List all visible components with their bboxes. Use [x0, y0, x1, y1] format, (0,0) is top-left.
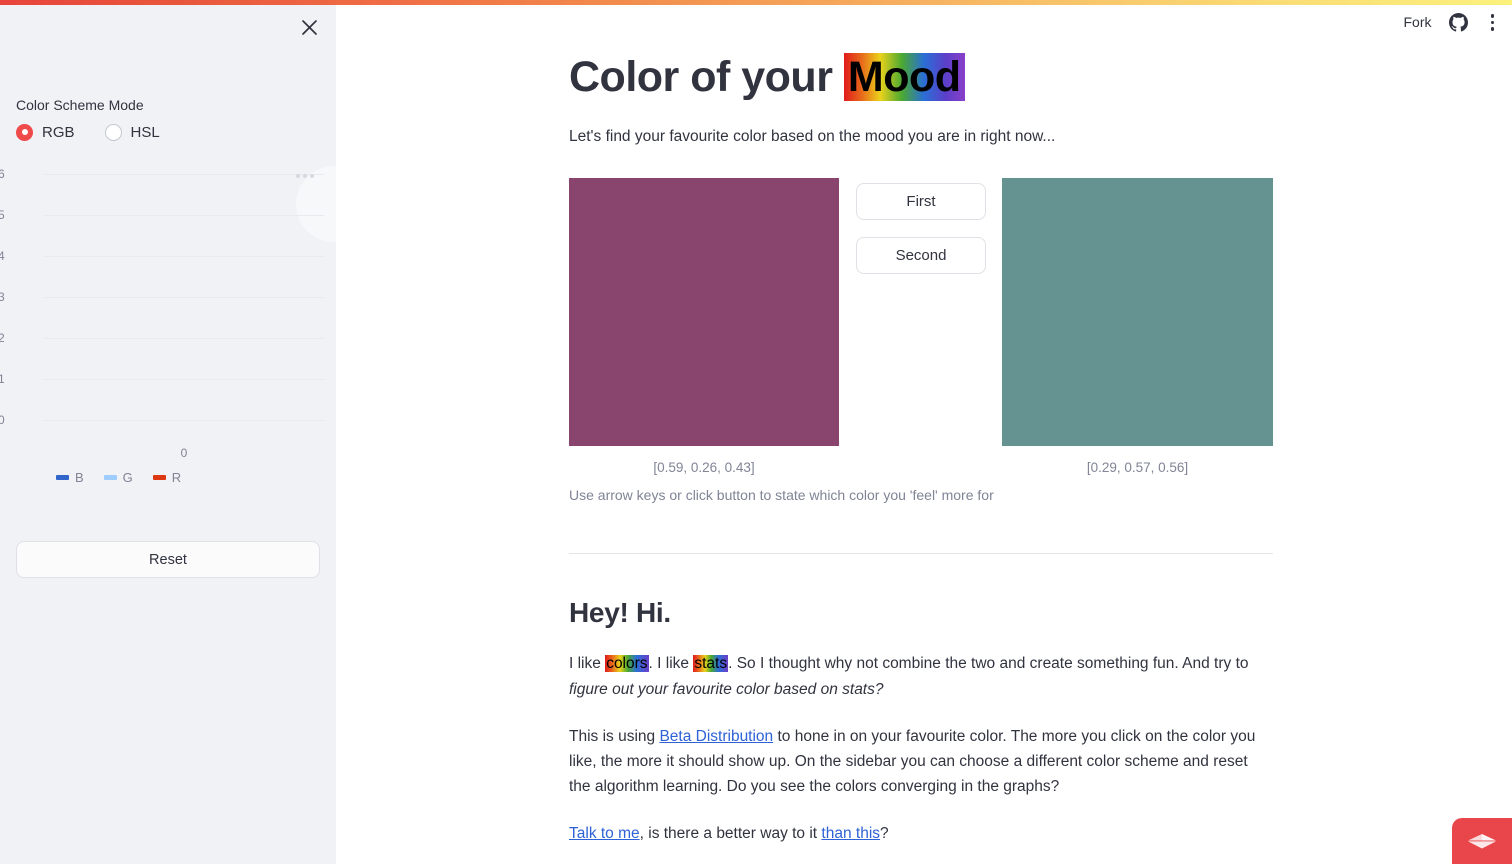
- top-gradient-bar: [0, 0, 1512, 5]
- choice-button-group: First Second: [856, 183, 986, 275]
- reset-button[interactable]: Reset: [16, 541, 320, 578]
- legend-swatch-r: [152, 475, 166, 480]
- para1-emphasis: figure out your favourite color based on…: [569, 680, 884, 698]
- main-content: Fork Color of your Mood Let's find your …: [336, 0, 1512, 864]
- radio-option-hsl[interactable]: HSL: [104, 123, 160, 141]
- y-axis-tick: 0.4: [0, 249, 5, 263]
- fork-link[interactable]: Fork: [1404, 14, 1432, 30]
- gridline: [44, 215, 324, 216]
- radio-label-rgb: RGB: [42, 123, 75, 141]
- chart-plot-area: 0.6 0.5 0.4 0.3 0.2 0.1 0.0 0: [0, 167, 324, 460]
- page-subtitle: Let's find your favourite color based on…: [569, 128, 1056, 146]
- gridline: [44, 379, 324, 380]
- x-axis-tick: 0: [180, 446, 188, 460]
- intro-paragraph: I like colors. I like stats. So I though…: [569, 651, 1273, 701]
- color-comparison-row: First Second [0.59, 0.26, 0.43] [0.29, 0…: [569, 178, 1273, 485]
- gridline: [44, 338, 324, 339]
- radio-option-rgb[interactable]: RGB: [16, 123, 75, 141]
- close-icon[interactable]: [296, 14, 322, 40]
- legend-item-b[interactable]: B: [56, 470, 84, 485]
- second-button[interactable]: Second: [856, 237, 986, 275]
- y-axis-tick: 0.0: [0, 413, 5, 427]
- than-this-link[interactable]: than this: [821, 825, 880, 842]
- y-axis-tick: 0.5: [0, 208, 5, 222]
- page-title-highlight: Mood: [843, 53, 965, 101]
- para2-text-1: This is using: [569, 727, 660, 745]
- radio-mark-hsl[interactable]: [104, 123, 122, 141]
- chart-legend: B G R: [56, 470, 181, 485]
- page-body: Color of your Mood Let's find your favou…: [569, 0, 1273, 846]
- header-toolbar: Fork: [1404, 10, 1501, 35]
- github-icon[interactable]: [1448, 12, 1468, 32]
- talk-to-me-link[interactable]: Talk to me: [569, 825, 640, 842]
- color-swatch-first-caption: [0.59, 0.26, 0.43]: [653, 460, 755, 476]
- contact-paragraph: Talk to me, is there a better way to it …: [569, 821, 1273, 846]
- para1-text-1: I like: [569, 655, 606, 673]
- legend-item-r[interactable]: R: [152, 470, 182, 485]
- color-swatch-second-caption: [0.29, 0.57, 0.56]: [1086, 460, 1189, 476]
- color-scheme-mode-label: Color Scheme Mode: [16, 97, 144, 113]
- legend-swatch-b: [56, 475, 69, 480]
- legend-item-g[interactable]: G: [103, 470, 133, 485]
- section-divider: [569, 553, 1273, 555]
- gridline: [44, 174, 324, 175]
- y-axis-tick: 0.2: [0, 331, 5, 345]
- y-axis-tick: 0.6: [0, 167, 5, 181]
- streamlit-logo-icon[interactable]: [1452, 818, 1512, 864]
- more-vertical-icon[interactable]: [1485, 10, 1501, 35]
- para3-text-1: , is there a better way to it: [639, 825, 822, 842]
- sidebar: Color Scheme Mode RGB HSL 0.6: [0, 0, 336, 864]
- legend-label-b: B: [75, 470, 84, 485]
- color-swatch-first[interactable]: [569, 178, 839, 447]
- page-title: Color of your Mood: [569, 53, 1273, 102]
- y-axis-tick: 0.1: [0, 372, 5, 386]
- gridline: [44, 420, 324, 421]
- radio-label-hsl: HSL: [130, 123, 160, 141]
- para1-highlight-stats: stats: [693, 655, 729, 673]
- gridline: [44, 297, 324, 298]
- more-horizontal-icon[interactable]: [296, 174, 314, 178]
- beta-distribution-link[interactable]: Beta Distribution: [659, 728, 773, 745]
- first-button[interactable]: First: [856, 183, 986, 221]
- para1-highlight-colors: colors: [605, 655, 649, 673]
- rgb-convergence-chart: 0.6 0.5 0.4 0.3 0.2 0.1 0.0 0 B G R: [0, 160, 336, 505]
- sidebar-controls: Color Scheme Mode RGB HSL: [16, 96, 320, 141]
- page-title-prefix: Color of your: [569, 53, 844, 101]
- color-scheme-radio-group[interactable]: RGB HSL: [16, 123, 320, 141]
- legend-swatch-g: [103, 475, 117, 480]
- gridline: [44, 256, 324, 257]
- legend-label-g: G: [122, 470, 133, 485]
- helper-text: Use arrow keys or click button to state …: [569, 487, 994, 504]
- para1-text-2: . I like: [648, 655, 694, 673]
- y-axis-tick: 0.3: [0, 290, 5, 304]
- legend-label-r: R: [171, 470, 182, 485]
- para3-text-2: ?: [880, 825, 889, 842]
- color-swatch-second[interactable]: [1002, 178, 1273, 447]
- para1-text-3: . So I thought why not combine the two a…: [728, 655, 1249, 673]
- section-heading: Hey! Hi.: [569, 597, 671, 629]
- beta-distribution-paragraph: This is using Beta Distribution to hone …: [569, 724, 1273, 799]
- radio-mark-rgb[interactable]: [16, 123, 33, 141]
